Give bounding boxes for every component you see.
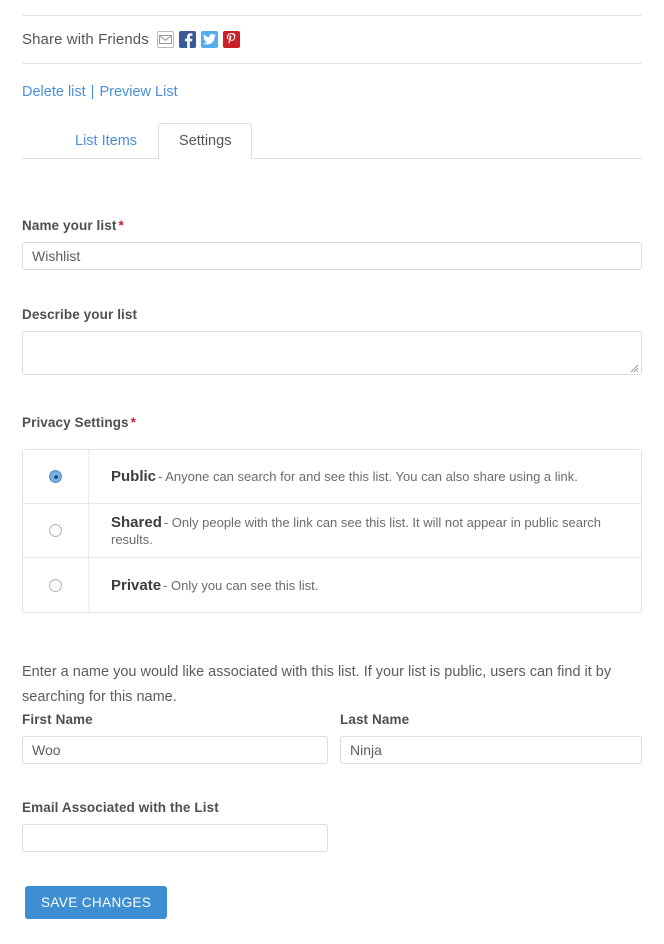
privacy-settings-group: Privacy Settings* Public- Anyone can sea… (22, 415, 642, 613)
email-label: Email Associated with the List (22, 800, 328, 815)
privacy-radio-cell-shared[interactable] (23, 504, 89, 557)
privacy-option-shared-name: Shared (111, 514, 162, 531)
tab-bar: List Items Settings (22, 123, 642, 159)
email-field-group: Email Associated with the List (22, 800, 328, 852)
list-description-textarea[interactable] (23, 332, 641, 374)
privacy-option-public-name: Public (111, 468, 156, 485)
privacy-radio-cell-private[interactable] (23, 558, 89, 612)
radio-shared[interactable] (49, 524, 62, 537)
email-input[interactable] (22, 824, 328, 852)
privacy-option-private-text: Private- Only you can see this list. (89, 577, 318, 594)
privacy-option-public-text: Public- Anyone can search for and see th… (89, 468, 578, 485)
name-helper-text: Enter a name you would like associated w… (22, 660, 620, 710)
privacy-option-public[interactable]: Public- Anyone can search for and see th… (23, 450, 641, 504)
save-changes-button[interactable]: SAVE CHANGES (25, 886, 167, 919)
privacy-radio-cell-public[interactable] (23, 450, 89, 503)
description-textarea-wrapper (22, 331, 642, 375)
privacy-required-asterisk: * (131, 415, 136, 430)
first-name-input[interactable] (22, 736, 328, 764)
privacy-option-shared-description: - Only people with the link can see this… (111, 515, 601, 547)
privacy-option-shared[interactable]: Shared- Only people with the link can se… (23, 504, 641, 558)
description-field-group: Describe your list (22, 307, 642, 375)
first-name-label: First Name (22, 712, 328, 727)
privacy-options-table: Public- Anyone can search for and see th… (22, 449, 642, 613)
name-your-list-label-text: Name your list (22, 218, 116, 233)
share-label: Share with Friends (22, 31, 149, 48)
last-name-label: Last Name (340, 712, 642, 727)
privacy-option-shared-text: Shared- Only people with the link can se… (89, 514, 641, 548)
share-row: Share with Friends (22, 16, 642, 63)
preview-list-link[interactable]: Preview List (99, 84, 177, 100)
share-icons (157, 31, 240, 48)
name-field-group: Name your list* (22, 218, 642, 270)
radio-public[interactable] (49, 470, 62, 483)
twitter-icon[interactable] (201, 31, 218, 48)
radio-private[interactable] (49, 579, 62, 592)
privacy-option-private-name: Private (111, 577, 161, 594)
privacy-option-private-description: - Only you can see this list. (163, 578, 318, 593)
privacy-option-private[interactable]: Private- Only you can see this list. (23, 558, 641, 612)
email-icon[interactable] (157, 31, 174, 48)
privacy-settings-label: Privacy Settings* (22, 415, 642, 430)
first-name-field-group: First Name (22, 712, 328, 764)
list-name-input[interactable] (22, 242, 642, 270)
name-your-list-label: Name your list* (22, 218, 642, 233)
facebook-icon[interactable] (179, 31, 196, 48)
name-required-asterisk: * (118, 218, 123, 233)
last-name-field-group: Last Name (340, 712, 642, 764)
tab-settings[interactable]: Settings (158, 123, 252, 159)
delete-list-link[interactable]: Delete list (22, 84, 86, 100)
describe-your-list-label: Describe your list (22, 307, 642, 322)
list-actions: Delete list | Preview List (22, 64, 642, 119)
last-name-input[interactable] (340, 736, 642, 764)
pinterest-icon[interactable] (223, 31, 240, 48)
actions-separator: | (91, 84, 95, 100)
privacy-settings-label-text: Privacy Settings (22, 415, 129, 430)
tab-list-items[interactable]: List Items (54, 123, 158, 159)
list-settings-page: Share with Friends (0, 15, 664, 944)
privacy-option-public-description: - Anyone can search for and see this lis… (158, 469, 578, 484)
